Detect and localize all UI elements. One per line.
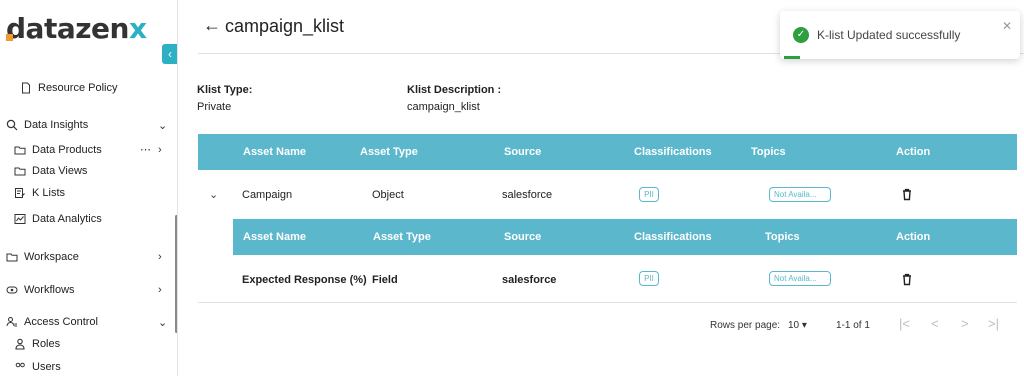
column-header-source[interactable]: Source — [504, 146, 541, 158]
chevron-down-icon[interactable]: ⌄ — [209, 188, 218, 201]
document-icon — [20, 82, 32, 94]
chevron-right-icon: › — [158, 251, 162, 263]
sidebar-item-label: Users — [32, 361, 61, 373]
sidebar-item-label: Workflows — [24, 284, 75, 296]
sidebar-item-label: K Lists — [32, 187, 66, 199]
analytics-icon — [14, 213, 26, 225]
sidebar-item-label: Resource Policy — [38, 82, 118, 94]
chevron-down-icon: ⌄ — [158, 119, 168, 132]
sidebar-item-label: Roles — [32, 338, 61, 350]
sidebar-item-label: Access Control — [24, 316, 98, 328]
sidebar-item-roles[interactable]: Roles — [14, 338, 60, 350]
column-header-action[interactable]: Action — [896, 231, 930, 243]
sidebar-item-label: Data Analytics — [32, 213, 102, 225]
close-icon[interactable]: ✕ — [1002, 19, 1012, 33]
list-edit-icon — [14, 187, 26, 199]
sidebar-item-access-control[interactable]: Access Control ⌄ — [6, 316, 168, 329]
sidebar-item-label: Data Views — [32, 165, 88, 177]
klist-type-value: Private — [197, 101, 232, 113]
topic-chip[interactable]: Not Availa... — [769, 271, 831, 286]
logo-mark — [6, 34, 13, 41]
chevron-right-icon: › — [158, 284, 162, 296]
back-arrow-icon[interactable]: ← — [203, 15, 221, 36]
column-header-classifications[interactable]: Classifications — [634, 231, 712, 243]
nested-table-header: Asset Name Asset Type Source Classificat… — [233, 219, 1017, 255]
sidebar-item-k-lists[interactable]: K Lists — [14, 187, 65, 199]
collapse-sidebar-button[interactable]: ‹ — [162, 44, 177, 64]
column-header-topics[interactable]: Topics — [765, 231, 800, 243]
group-icon — [14, 361, 26, 373]
toast-progress-bar — [784, 56, 800, 59]
logo-text: datazen — [6, 12, 129, 45]
column-header-classifications[interactable]: Classifications — [634, 146, 712, 158]
sidebar-item-data-analytics[interactable]: Data Analytics — [14, 213, 102, 225]
next-page-icon[interactable]: > — [961, 316, 969, 331]
caret-down-icon: ▾ — [801, 320, 807, 331]
first-page-icon[interactable]: |< — [899, 316, 910, 331]
source-cell: salesforce — [502, 274, 557, 286]
datazenx-logo[interactable]: datazenx — [6, 12, 147, 45]
chevron-down-icon: ⌄ — [158, 316, 168, 329]
asset-name-cell: Campaign — [242, 189, 293, 201]
sidebar-item-workflows[interactable]: Workflows › — [6, 284, 166, 296]
folder-icon — [14, 144, 26, 156]
workflow-icon — [6, 284, 18, 296]
last-page-icon[interactable]: >| — [988, 316, 999, 331]
asset-type-cell: Object — [372, 189, 404, 201]
toast-message: K-list Updated successfully — [817, 28, 961, 42]
source-cell: salesforce — [502, 189, 553, 201]
users-icon — [6, 316, 18, 328]
asset-name-cell: Expected Response (%) — [242, 274, 367, 286]
column-header-source[interactable]: Source — [504, 231, 541, 243]
sidebar-item-data-insights[interactable]: Data Insights ⌄ — [6, 119, 168, 132]
sidebar-item-data-views[interactable]: Data Views — [14, 165, 87, 177]
assets-table-header: Asset Name Asset Type Source Classificat… — [198, 134, 1017, 170]
column-header-action[interactable]: Action — [896, 146, 930, 158]
rows-per-page-label: Rows per page: — [710, 320, 781, 331]
sidebar-item-label: Data Insights — [24, 119, 89, 131]
delete-icon[interactable] — [901, 273, 913, 287]
klist-description-label: Klist Description : — [407, 84, 502, 96]
column-header-asset-name[interactable]: Asset Name — [243, 146, 306, 158]
success-toast: ✓ K-list Updated successfully ✕ — [780, 11, 1020, 59]
insights-icon — [6, 119, 18, 131]
sidebar-item-data-products[interactable]: Data Products ⋯ › — [14, 144, 166, 156]
klist-type-label: Klist Type: — [197, 84, 253, 96]
sidebar-item-resource-policy[interactable]: Resource Policy — [20, 82, 117, 94]
delete-icon[interactable] — [901, 188, 913, 202]
column-header-asset-name[interactable]: Asset Name — [243, 231, 306, 243]
previous-page-icon[interactable]: < — [931, 316, 939, 331]
logo-accent: x — [128, 12, 147, 45]
klist-description-value: campaign_klist — [407, 101, 480, 113]
topic-chip[interactable]: Not Availa... — [769, 187, 831, 202]
rows-per-page-select[interactable]: 10 ▾ — [788, 320, 807, 331]
classification-chip[interactable]: PII — [639, 187, 659, 202]
rows-per-page-value: 10 — [788, 320, 800, 331]
sidebar-item-workspace[interactable]: Workspace › — [6, 251, 166, 263]
page-title: campaign_klist — [225, 16, 345, 36]
column-header-topics[interactable]: Topics — [751, 146, 786, 158]
divider — [198, 302, 1017, 303]
folder-icon — [14, 165, 26, 177]
more-options-icon[interactable]: ⋯ — [140, 143, 151, 156]
sidebar: datazenx ‹ Resource Policy Data Insights… — [0, 0, 178, 376]
pagination-range: 1-1 of 1 — [836, 320, 870, 331]
column-header-asset-type[interactable]: Asset Type — [360, 146, 418, 158]
check-circle-icon: ✓ — [793, 27, 809, 43]
column-header-asset-type[interactable]: Asset Type — [373, 231, 431, 243]
sidebar-item-label: Workspace — [24, 251, 79, 263]
chevron-right-icon: › — [158, 144, 162, 156]
folder-icon — [6, 251, 18, 263]
asset-type-cell: Field — [372, 274, 398, 286]
classification-chip[interactable]: PII — [639, 271, 659, 286]
sidebar-item-label: Data Products — [32, 144, 102, 156]
sidebar-item-users[interactable]: Users — [14, 361, 61, 373]
person-icon — [14, 338, 26, 350]
